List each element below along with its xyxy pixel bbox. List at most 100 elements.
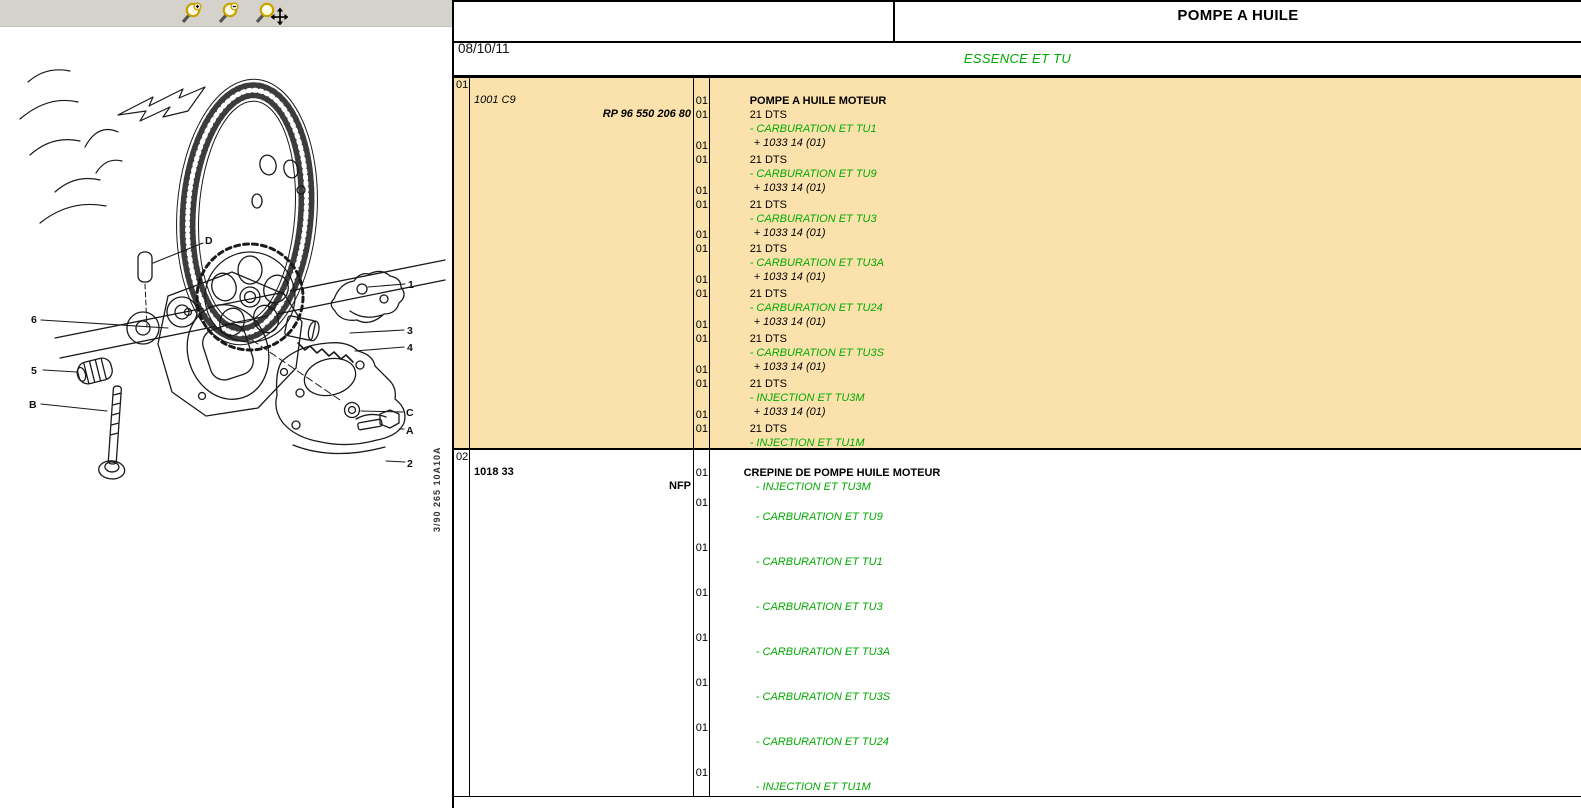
plate-reference-text: 3/90 265 10A10A	[432, 446, 442, 532]
zoom-in-icon	[180, 2, 204, 25]
item-number-cell: 01	[454, 78, 470, 448]
parts-line: 01- CARBURATION ET TU3	[694, 586, 1581, 600]
long-bolt-part	[98, 385, 130, 480]
header-date: 08/10/11	[458, 39, 889, 58]
parts-line-text: - CARBURATION ET TU3	[756, 601, 883, 613]
parts-line-title: CREPINE DE POMPE HUILE MOTEUR	[694, 452, 1581, 466]
diagram-pane: D 1 6 3 4 5 B C A 2 3/90 265 10A10A	[0, 0, 452, 808]
diagram-label-6: 6	[31, 314, 37, 326]
parts-line: + 1033 14 (01)	[694, 301, 1581, 315]
diagram-label-5: 5	[31, 365, 37, 377]
diagram-label-D: D	[205, 235, 213, 247]
quantity-cell: 01	[694, 586, 708, 600]
parts-line: 01- CARBURATION ET TU1	[694, 108, 1581, 122]
parts-line: 01- CARBURATION ET TU3A	[694, 242, 1581, 256]
part-availability-note: NFP	[669, 480, 691, 492]
parts-line: 01- CARBURATION ET TU3	[694, 198, 1581, 212]
parts-line-text: - CARBURATION ET TU24	[756, 736, 889, 748]
item-number-cell: 02	[454, 450, 470, 796]
parts-line: 01- CARBURATION ET TU9	[694, 496, 1581, 510]
page-title: POMPE A HUILE	[895, 2, 1581, 41]
diagram-label-C: C	[406, 407, 414, 419]
rotation-arrow	[118, 87, 205, 121]
diagram-label-1: 1	[408, 279, 414, 291]
part-reference-cell: 1018 33 NFP	[470, 450, 694, 796]
diagram-label-3: 3	[407, 325, 413, 337]
quantity-cell: 01	[694, 198, 708, 212]
part-number[interactable]: RP 96 550 206 80	[603, 108, 691, 120]
zoom-pan-button[interactable]	[254, 2, 288, 25]
quantity-cell: 01	[694, 318, 708, 332]
parts-line: + 1033 14 (01)	[694, 167, 1581, 181]
variant-lines-column: CREPINE DE POMPE HUILE MOTEUR 01- INJECT…	[694, 450, 1581, 796]
quantity-cell: 01	[694, 766, 708, 780]
quantity-cell: 01	[694, 676, 708, 690]
parts-line: + 1033 14 (01)	[694, 212, 1581, 226]
quantity-cell: 01	[694, 153, 708, 167]
zoom-out-button[interactable]	[217, 2, 241, 25]
parts-catalog-window: D 1 6 3 4 5 B C A 2 3/90 265 10A10A 08/1…	[0, 0, 1581, 808]
parts-line: 0121 DTS	[694, 94, 1581, 108]
parts-block-01: 01 1001 C9 RP 96 550 206 80 POMPE A HUIL…	[454, 78, 1581, 450]
parts-line: 01- CARBURATION ET TU1	[694, 541, 1581, 555]
quantity-cell: 01	[694, 184, 708, 198]
parts-line: 0121 DTS	[694, 273, 1581, 287]
parts-line: 0121 DTS	[694, 363, 1581, 377]
diagram-label-A: A	[406, 425, 414, 437]
parts-line-text: - CARBURATION ET TU1	[756, 556, 883, 568]
diagram-label-4: 4	[407, 342, 413, 354]
parts-line: 0121 DTS	[694, 184, 1581, 198]
knurled-bushing-part	[75, 356, 114, 386]
quantity-cell: 01	[694, 631, 708, 645]
parts-line: + 1033 14 (01)	[694, 391, 1581, 405]
part-number[interactable]: 1018 33	[474, 466, 514, 478]
parts-line: 0121 DTS	[694, 318, 1581, 332]
parts-line-text: - CARBURATION ET TU3S	[756, 691, 890, 703]
parts-line: 01- CARBURATION ET TU24	[694, 287, 1581, 301]
parts-line: 0121 DTS	[694, 408, 1581, 422]
pump-assembly-part	[331, 271, 404, 322]
quantity-cell: 01	[694, 108, 708, 122]
variant-entries: 01- INJECTION ET TU3M 01- CARBURATION ET…	[694, 466, 1581, 780]
parts-line: 01- CARBURATION ET TU9	[694, 153, 1581, 167]
zoom-out-icon	[217, 2, 241, 25]
quantity-cell: 01	[694, 422, 708, 436]
parts-line: + 1033 14 (01)	[694, 346, 1581, 360]
quantity-cell: 01	[694, 496, 708, 510]
oil-pump-exploded-diagram: D 1 6 3 4 5 B C A 2 3/90 265 10A10A	[0, 27, 452, 808]
zoom-toolbar	[0, 0, 452, 27]
quantity-cell: 01	[694, 363, 708, 377]
quantity-cell: 01	[694, 466, 708, 480]
parts-line: 01- CARBURATION ET TU3A	[694, 631, 1581, 645]
parts-table-pane: 08/10/11 205F 1 10A 10A POMPE A HUILE ES…	[452, 0, 1581, 808]
quantity-cell: 01	[694, 273, 708, 287]
washer-part	[345, 403, 360, 418]
hex-bolt-part	[357, 410, 399, 430]
pin-part	[138, 252, 152, 327]
part-ref-code: 1001 C9	[474, 94, 516, 106]
parts-line: 01- INJECTION ET TU3M	[694, 377, 1581, 391]
quantity-cell: 01	[694, 721, 708, 735]
parts-line-text: - CARBURATION ET TU9	[756, 511, 883, 523]
table-header: 08/10/11 205F 1 10A 10A POMPE A HUILE	[454, 0, 1581, 43]
quantity-cell: 01	[694, 228, 708, 242]
part-reference-cell: 1001 C9 RP 96 550 206 80	[470, 78, 694, 448]
parts-line: 01- INJECTION ET TU3M	[694, 466, 1581, 480]
parts-line: 01- CARBURATION ET TU3S	[694, 676, 1581, 690]
diagram-label-B: B	[29, 399, 37, 411]
header-reference-cell: 08/10/11 205F 1 10A 10A	[454, 2, 895, 41]
parts-line-text: - CARBURATION ET TU3A	[756, 646, 890, 658]
quantity-cell: 01	[694, 242, 708, 256]
parts-line: 01- INJECTION ET TU1M	[694, 766, 1581, 780]
engine-block-outline	[20, 70, 122, 223]
parts-line: + 1033 14 (01)	[694, 436, 1581, 450]
quantity-cell: 01	[694, 332, 708, 346]
zoom-pan-icon	[254, 2, 288, 25]
zoom-in-button[interactable]	[180, 2, 204, 25]
quantity-cell: 01	[694, 408, 708, 422]
quantity-cell: 01	[694, 541, 708, 555]
quantity-cell: 01	[694, 287, 708, 301]
quantity-cell: 01	[694, 377, 708, 391]
parts-line: 0121 DTS	[694, 139, 1581, 153]
quantity-cell: 01	[694, 139, 708, 153]
